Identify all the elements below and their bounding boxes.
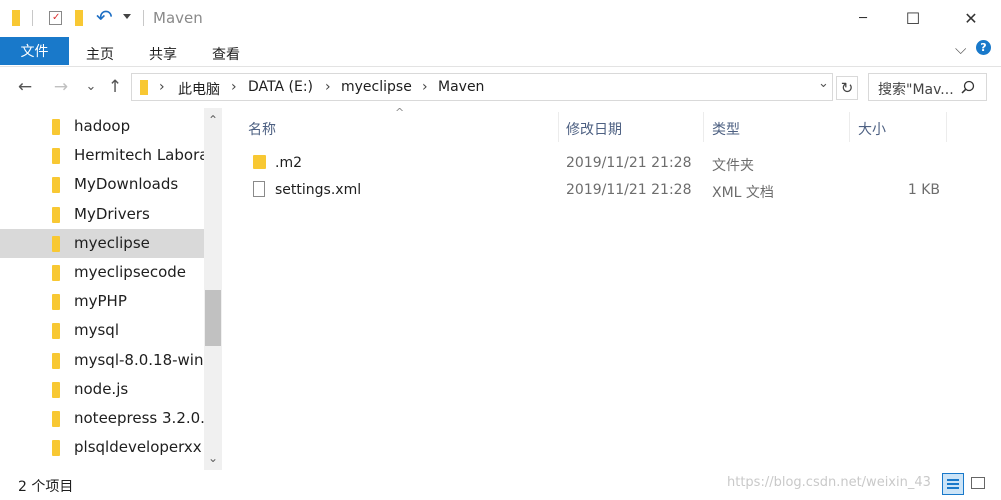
folder-icon [52,440,60,456]
sidebar-item-label: MyDownloads [74,175,179,193]
up-button[interactable]: ↑ [105,77,125,97]
sidebar-item-label: hadoop [74,117,131,135]
sidebar-item-label: myPHP [74,292,127,310]
folder-icon [52,294,60,310]
new-folder-icon[interactable] [75,10,83,26]
folder-icon [253,155,266,169]
column-header-type[interactable]: 类型 [712,119,740,139]
breadcrumb-separator[interactable]: › [231,79,237,95]
sidebar-item-label: Hermitech Laborat [74,146,204,164]
back-button[interactable]: ← [14,77,36,97]
sidebar-item-label: plsqldeveloperxx [74,438,202,456]
folder-icon [52,265,60,281]
breadcrumb-separator[interactable]: › [422,79,428,95]
tab-view[interactable]: 查看 [212,44,240,64]
breadcrumb-this-pc[interactable]: 此电脑 [178,79,220,99]
window-title: Maven [153,9,203,27]
details-view-button[interactable] [942,473,964,495]
folder-icon [52,207,60,223]
file-type: XML 文档 [712,185,774,201]
column-divider[interactable] [849,112,850,142]
file-size: 1 KB [907,182,940,198]
close-button[interactable]: ✕ [948,0,994,36]
column-divider[interactable] [946,112,947,142]
nav-scrollbar[interactable] [204,108,222,470]
quick-access-dropdown-icon[interactable] [123,14,131,19]
breadcrumb-data-drive[interactable]: DATA (E:) [248,79,313,95]
title-divider [143,10,144,26]
ribbon-expand-icon[interactable]: ⌵ [955,40,966,58]
file-modified: 2019/11/21 21:28 [566,155,692,171]
folder-icon [52,382,60,398]
file-tab[interactable]: 文件 [0,37,69,65]
folder-icon [52,119,60,135]
forward-button[interactable]: → [50,77,72,97]
watermark: https://blog.csdn.net/weixin_43 [727,475,931,490]
sidebar-item-label: noteepress 3.2.0.7 [74,409,204,427]
folder-icon [52,236,60,252]
folder-icon [52,323,60,339]
file-name: .m2 [275,155,302,171]
column-header-name[interactable]: 名称 [248,119,276,139]
file-modified: 2019/11/21 21:28 [566,182,692,198]
address-folder-icon [140,80,148,95]
breadcrumb-myeclipse[interactable]: myeclipse [341,79,412,95]
folder-icon [52,353,60,369]
column-divider[interactable] [558,112,559,142]
column-divider[interactable] [703,112,704,142]
minimize-button[interactable]: ─ [840,0,886,36]
refresh-button[interactable]: ↻ [836,76,858,100]
file-type: 文件夹 [712,158,754,174]
scroll-up-arrow[interactable]: ⌃ [204,113,222,127]
folder-icon [52,177,60,193]
sidebar-item-label: MyDrivers [74,205,150,223]
help-icon[interactable]: ? [976,40,991,55]
maximize-button[interactable]: ☐ [890,0,936,36]
sidebar-item-label: node.js [74,380,129,398]
sort-indicator: ^ [395,106,405,119]
folder-icon [12,10,20,26]
properties-icon[interactable]: ✓ [49,11,62,25]
recent-locations-button[interactable]: ⌄ [84,77,98,97]
search-icon[interactable] [961,80,975,94]
search-input[interactable]: 搜索"Mav... [878,79,954,99]
scroll-down-arrow[interactable]: ⌄ [204,451,222,465]
folder-icon [52,411,60,427]
sidebar-item-label: myeclipsecode [74,263,187,281]
folder-icon [52,148,60,164]
file-icon [253,181,265,197]
large-icons-view-button[interactable] [968,473,990,495]
breadcrumb-separator[interactable]: › [159,79,165,95]
file-name: settings.xml [275,182,362,198]
sidebar-item-label: myeclipse [74,234,150,252]
breadcrumb-maven[interactable]: Maven [438,79,484,95]
tab-share[interactable]: 共享 [149,44,177,64]
address-dropdown-icon[interactable]: ⌄ [818,76,829,91]
nav-scrollbar-thumb[interactable] [205,290,221,346]
column-header-modified[interactable]: 修改日期 [566,119,622,139]
toolbar-divider [32,10,33,26]
sidebar-item-label: mysql [74,321,119,339]
column-header-size[interactable]: 大小 [858,119,886,139]
tab-home[interactable]: 主页 [86,44,114,64]
item-count: 2 个项目 [18,479,74,495]
undo-icon[interactable]: ↶ [96,5,113,29]
sidebar-item-label: mysql-8.0.18-winx [74,351,204,369]
breadcrumb-separator[interactable]: › [325,79,331,95]
